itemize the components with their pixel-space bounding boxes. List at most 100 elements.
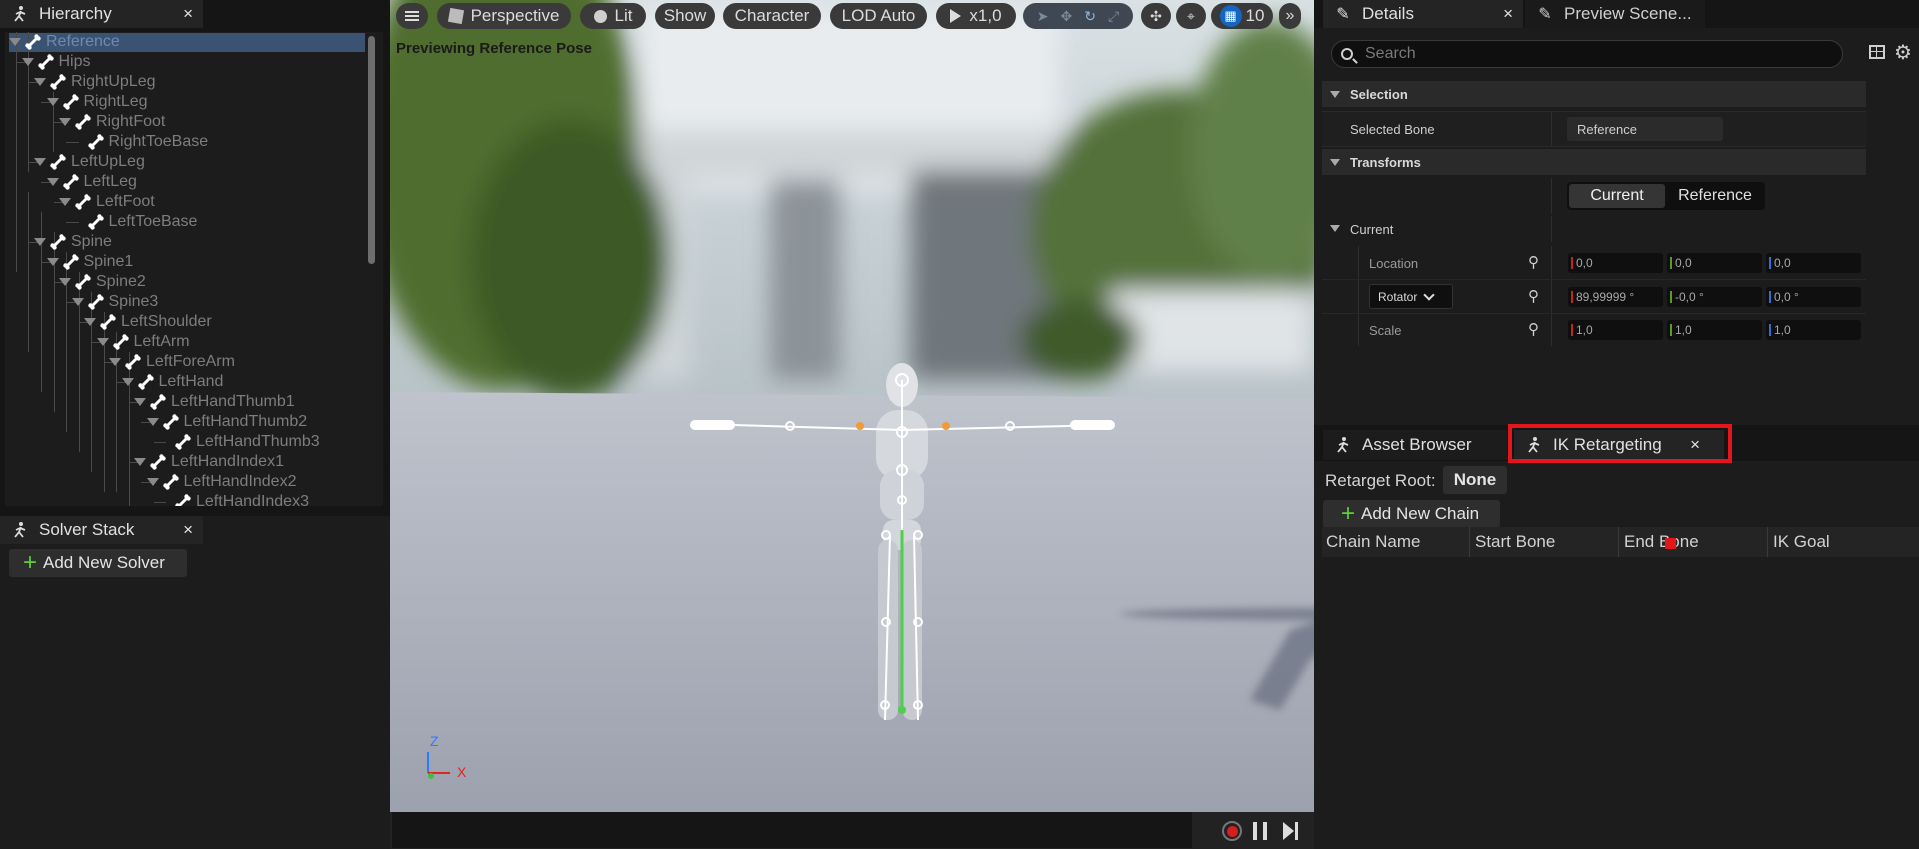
bone-row[interactable]: LeftHandThumb2 [146, 412, 307, 432]
bone-row[interactable]: Spine3 [71, 292, 158, 312]
pause-icon[interactable] [1253, 822, 1267, 840]
bone-row[interactable]: RightLeg [46, 92, 148, 112]
tab-preview-scene[interactable]: ✎ Preview Scene... [1525, 0, 1705, 28]
lit-button[interactable]: Lit [580, 3, 646, 29]
toolbar-overflow-button[interactable]: » [1279, 3, 1301, 29]
scale-x-field[interactable]: 1,0 [1568, 320, 1663, 340]
expand-arrow-icon[interactable] [59, 118, 71, 126]
bone-row[interactable]: RightFoot [59, 112, 165, 132]
expand-arrow-icon[interactable] [109, 358, 121, 366]
rotate-icon[interactable]: ↻ [1084, 8, 1096, 25]
step-forward-icon[interactable] [1283, 822, 1294, 840]
surface-snap-button[interactable]: ⌖ [1176, 3, 1206, 29]
location-y-field[interactable]: 0,0 [1667, 253, 1762, 273]
bone-row[interactable]: LeftHandIndex1 [134, 452, 284, 472]
expand-arrow-icon[interactable] [146, 478, 159, 486]
play-speed-button[interactable]: x1,0 [936, 3, 1016, 29]
lod-button[interactable]: LOD Auto [830, 3, 927, 29]
expand-arrow-icon[interactable] [121, 378, 134, 386]
grid-snap-button[interactable]: ▦ 10 [1211, 3, 1273, 29]
tab-hierarchy[interactable]: Hierarchy × [0, 0, 203, 28]
bone-row[interactable]: Spine2 [59, 272, 146, 292]
reset-to-reference-icon[interactable]: ⚲ [1528, 253, 1539, 271]
expand-arrow-icon[interactable] [71, 298, 84, 306]
show-button[interactable]: Show [655, 3, 715, 29]
toggle-current-button[interactable]: Current [1569, 184, 1665, 208]
toggle-reference-button[interactable]: Reference [1667, 184, 1763, 208]
retarget-root-dropdown[interactable]: None [1443, 466, 1507, 494]
rotation-x-field[interactable]: 89,99999 ° [1568, 287, 1663, 307]
bone-row[interactable]: LeftArm [96, 332, 190, 352]
section-current[interactable]: Current [1322, 216, 1866, 242]
bone-row[interactable]: Hips [21, 52, 91, 72]
section-transforms[interactable]: Transforms [1322, 149, 1866, 175]
bone-row[interactable]: LeftUpLeg [34, 152, 145, 172]
expand-arrow-icon[interactable] [34, 78, 46, 86]
bone-row[interactable]: LeftShoulder [84, 312, 212, 332]
column-chain-name[interactable]: Chain Name [1322, 527, 1470, 557]
section-selection[interactable]: Selection [1322, 81, 1866, 107]
timeline-track[interactable] [392, 812, 1192, 848]
viewport[interactable]: Perspective Lit Show Character LOD Auto … [390, 0, 1314, 812]
tab-solver-stack[interactable]: Solver Stack × [0, 516, 203, 544]
select-icon[interactable]: ➤ [1037, 8, 1049, 25]
character-button[interactable]: Character [723, 3, 821, 29]
scale-y-field[interactable]: 1,0 [1667, 320, 1762, 340]
perspective-button[interactable]: Perspective [437, 3, 571, 29]
bone-row[interactable]: LeftToeBase [72, 212, 197, 232]
record-icon[interactable] [1222, 821, 1242, 841]
expand-arrow-icon[interactable] [46, 178, 59, 186]
scale-icon[interactable]: ⤢ [1108, 8, 1119, 25]
bone-row[interactable]: RightUpLeg [34, 72, 156, 92]
location-x-field[interactable]: 0,0 [1568, 253, 1663, 273]
world-local-button[interactable]: ✣ [1141, 3, 1171, 29]
add-new-solver-button[interactable]: + Add New Solver [9, 549, 187, 577]
bone-row[interactable]: LeftHandIndex2 [146, 472, 296, 492]
table-view-icon[interactable] [1869, 45, 1885, 59]
close-icon[interactable]: × [183, 520, 193, 540]
expand-arrow-icon[interactable] [9, 38, 21, 46]
bone-row[interactable]: LeftLeg [46, 172, 137, 192]
expand-arrow-icon[interactable] [146, 418, 159, 426]
expand-arrow-icon[interactable] [59, 278, 71, 286]
expand-arrow-icon[interactable] [59, 198, 71, 206]
add-new-chain-button[interactable]: + Add New Chain [1323, 500, 1500, 528]
bone-row[interactable]: LeftHandIndex3 [159, 492, 309, 506]
hierarchy-scrollbar[interactable] [368, 36, 375, 264]
rotation-z-field[interactable]: 0,0 ° [1766, 287, 1861, 307]
bone-row[interactable]: Spine [34, 232, 112, 252]
expand-arrow-icon[interactable] [46, 258, 59, 266]
reset-to-reference-icon[interactable]: ⚲ [1528, 287, 1539, 305]
scale-z-field[interactable]: 1,0 [1766, 320, 1861, 340]
expand-arrow-icon[interactable] [34, 158, 46, 166]
bone-tree[interactable]: Reference Hips RightUpLeg RightLeg RightFoot… [5, 32, 383, 506]
rotation-y-field[interactable]: -0,0 ° [1667, 287, 1762, 307]
bone-row[interactable]: LeftHand [121, 372, 223, 392]
move-icon[interactable]: ✥ [1061, 8, 1073, 25]
location-z-field[interactable]: 0,0 [1766, 253, 1861, 273]
bone-row[interactable]: Reference [9, 32, 120, 52]
close-icon[interactable]: × [1503, 4, 1513, 24]
reset-to-reference-icon[interactable]: ⚲ [1528, 320, 1539, 338]
expand-arrow-icon[interactable] [46, 98, 59, 106]
rotator-dropdown[interactable]: Rotator [1369, 284, 1453, 309]
bone-row[interactable]: LeftHandThumb1 [134, 392, 295, 412]
expand-arrow-icon[interactable] [21, 58, 34, 66]
column-end-bone[interactable]: End Bone [1620, 527, 1768, 557]
search-input[interactable]: Search [1331, 40, 1843, 68]
expand-arrow-icon[interactable] [34, 238, 46, 246]
bone-row[interactable]: LeftForeArm [109, 352, 235, 372]
expand-arrow-icon[interactable] [134, 398, 146, 406]
expand-arrow-icon[interactable] [96, 338, 109, 346]
gear-icon[interactable]: ⚙ [1894, 40, 1912, 65]
bone-row[interactable]: LeftHandThumb3 [159, 432, 320, 452]
expand-arrow-icon[interactable] [84, 318, 96, 326]
column-ik-goal[interactable]: IK Goal [1769, 527, 1919, 557]
bone-row[interactable]: LeftFoot [59, 192, 155, 212]
viewport-menu-button[interactable] [396, 3, 428, 29]
close-icon[interactable]: × [183, 4, 193, 24]
tab-details[interactable]: ✎ Details × [1323, 0, 1523, 28]
tab-asset-browser[interactable]: Asset Browser [1323, 430, 1507, 460]
bone-row[interactable]: Spine1 [46, 252, 133, 272]
bone-row[interactable]: RightToeBase [72, 132, 208, 152]
